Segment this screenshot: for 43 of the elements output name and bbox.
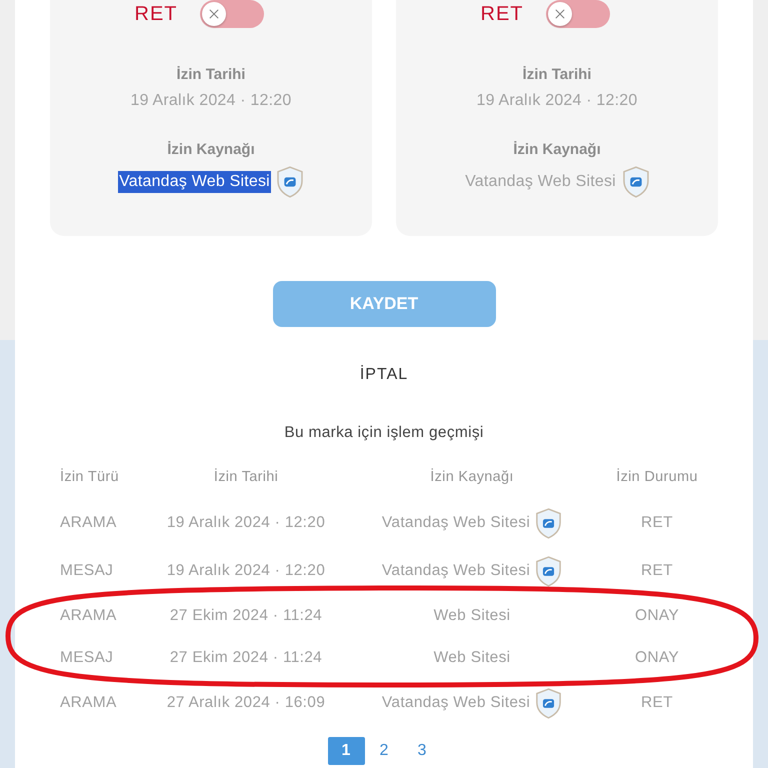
consent-toggle[interactable] — [200, 0, 264, 28]
column-header: İzin Tarihi — [212, 468, 280, 486]
consent-toggle[interactable] — [546, 0, 610, 28]
page-button[interactable]: 3 — [404, 737, 440, 765]
field-label: İzin Tarihi — [522, 65, 592, 85]
table-cell-text: 27 Ekim 2024 · 11:24 — [168, 607, 324, 625]
table-cell-text: 19 Aralık 2024 · 12:20 — [166, 514, 326, 532]
cross-icon — [554, 9, 564, 19]
table-cell-text: ARAMA — [59, 694, 118, 712]
field-value: Vatandaş Web Sitesi — [464, 172, 617, 192]
table-cell-text: 19 Aralık 2024 · 12:20 — [166, 562, 326, 580]
table-cell: Vatandaş Web Sitesi — [382, 562, 530, 580]
field-value: 19 Aralık 2024 · 12:20 — [130, 91, 292, 111]
field-label: İzin Kaynağı — [513, 140, 601, 160]
table-cell: Web Sitesi — [434, 607, 510, 625]
table-cell-text: 27 Ekim 2024 · 11:24 — [168, 649, 324, 667]
table-cell-text: ARAMA — [59, 514, 118, 532]
table-cell-text: MESAJ — [59, 649, 114, 667]
table-cell-text: 27 Aralık 2024 · 16:09 — [166, 694, 326, 712]
cross-icon — [208, 9, 218, 19]
cancel-link[interactable]: İPTAL — [360, 365, 408, 385]
table-cell-text: ARAMA — [59, 607, 118, 625]
table-cell-text: MESAJ — [59, 562, 114, 580]
page-button[interactable]: 2 — [366, 737, 402, 765]
status-label: RET — [134, 2, 178, 26]
table-cell: Vatandaş Web Sitesi — [382, 514, 530, 532]
column-header: İzin Kaynağı — [429, 468, 515, 486]
table-cell-text: RET — [640, 562, 674, 580]
table-cell: Vatandaş Web Sitesi — [382, 694, 530, 712]
field-value: Vatandaş Web Sitesi — [118, 171, 271, 193]
column-header: İzin Durumu — [615, 468, 699, 486]
column-header: İzin Türü — [59, 468, 120, 486]
table-cell-text: ONAY — [634, 607, 680, 625]
table-cell-text: RET — [640, 694, 674, 712]
history-title: Bu marka için işlem geçmişi — [284, 423, 484, 443]
field-label: İzin Tarihi — [176, 65, 246, 85]
field-value: 19 Aralık 2024 · 12:20 — [476, 91, 638, 111]
table-cell: Web Sitesi — [434, 649, 510, 667]
page-button[interactable]: 1 — [328, 737, 364, 765]
status-label: RET — [480, 2, 524, 26]
table-cell-text: ONAY — [634, 649, 680, 667]
table-cell-text: RET — [640, 514, 674, 532]
field-label: İzin Kaynağı — [167, 140, 255, 160]
